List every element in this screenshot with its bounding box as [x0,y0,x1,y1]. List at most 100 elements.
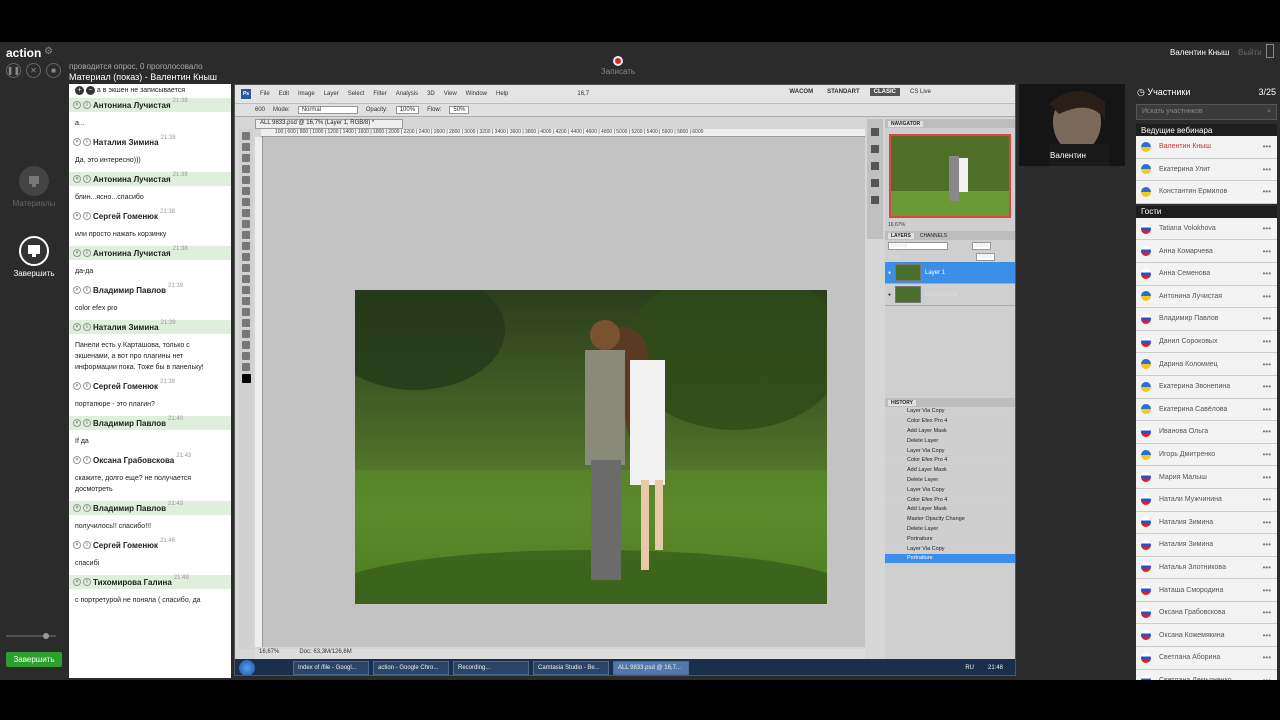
remove-icon[interactable]: × [73,578,81,586]
more-icon[interactable]: ••• [1263,360,1271,369]
info-icon[interactable]: i [83,504,91,512]
more-icon[interactable]: ••• [1263,142,1271,151]
taskbar-button[interactable]: Index of /file - Googl... [293,661,369,675]
more-icon[interactable]: ••• [1263,247,1271,256]
ps-toolbox[interactable] [239,129,253,649]
workspace-clasic[interactable]: CLASIC [869,88,900,96]
ps-menu-layer[interactable]: Layer [324,91,339,97]
info-icon[interactable]: i [83,212,91,220]
volume-slider[interactable] [6,632,56,640]
participant-row[interactable]: Данил Сороковых ••• [1136,330,1277,354]
cs-live[interactable]: CS Live [906,88,935,96]
channels-tab[interactable]: CHANNELS [920,233,947,239]
participant-row[interactable]: Анна Семенова ••• [1136,262,1277,286]
mode-select[interactable]: Normal [297,106,358,114]
settings-icon[interactable]: ⚙ [44,46,53,57]
remove-icon[interactable]: × [73,138,81,146]
more-icon[interactable]: ••• [1263,653,1271,662]
ps-menu-analysis[interactable]: Analysis [396,91,418,97]
layer-fill[interactable]: 100% [975,253,995,261]
ps-menu-image[interactable]: Image [298,91,315,97]
history-step[interactable]: Portraiture [885,534,1015,545]
blend-mode[interactable]: Normal [888,242,948,250]
participant-row[interactable]: Наталия Зимина ••• [1136,534,1277,557]
participant-row[interactable]: Оксана Кожемякина ••• [1136,624,1277,648]
pause-icon[interactable]: ❚❚ [6,63,21,78]
remove-icon[interactable]: × [73,541,81,549]
more-icon[interactable]: ••• [1263,473,1271,482]
exit-link[interactable]: Выйти [1238,48,1262,57]
info-icon[interactable]: i [83,323,91,331]
participant-row[interactable]: Анна Комарчева ••• [1136,240,1277,263]
document-tab[interactable]: ALL 9833.psd @ 16,7% (Layer 1, RGB/8) * [255,119,403,129]
history-step[interactable]: Delete Layer [885,436,1015,447]
navigator-thumbnail[interactable] [889,134,1011,218]
more-icon[interactable]: ••• [1263,314,1271,323]
participant-row[interactable]: Наталья Злотникова ••• [1136,556,1277,580]
zoom-in-icon[interactable]: + [75,86,84,95]
start-button-icon[interactable] [239,660,255,675]
exit-door-icon[interactable] [1266,44,1274,58]
history-step[interactable]: Layer Via Copy [885,407,1015,417]
info-icon[interactable]: i [83,382,91,390]
rail-finish[interactable]: Завершить [12,236,56,278]
info-icon[interactable]: i [83,249,91,257]
history-step[interactable]: Add Layer Mask [885,505,1015,515]
info-icon[interactable]: i [83,101,91,109]
history-step[interactable]: Add Layer Mask [885,466,1015,476]
participant-row[interactable]: Антонина Лучистая ••• [1136,285,1277,309]
brush-size[interactable]: 600 [255,107,265,113]
more-icon[interactable]: ••• [1263,495,1271,504]
more-icon[interactable]: ••• [1263,608,1271,617]
participant-row[interactable]: Константин Ермилов ••• [1136,181,1277,204]
stop-icon[interactable]: ■ [46,63,61,78]
zoom-out-icon[interactable]: − [85,86,95,95]
participant-row[interactable]: Валентин Кныш ••• [1136,136,1277,159]
history-step[interactable]: Portraiture [885,553,1015,564]
taskbar-button[interactable]: ALL 9833.psd @ 16,7... [613,661,689,675]
history-step[interactable]: Layer Via Copy [885,544,1015,554]
more-icon[interactable]: ••• [1263,631,1271,640]
ps-canvas[interactable] [263,137,865,647]
history-step[interactable]: Color Efex Pro 4 [885,495,1015,505]
participant-row[interactable]: Мария Малыш ••• [1136,466,1277,489]
info-icon[interactable]: i [83,541,91,549]
participant-row[interactable]: Екатерина Звонепина ••• [1136,375,1277,399]
nav-zoom[interactable]: 16,67% [885,218,1015,231]
remove-icon[interactable]: × [73,419,81,427]
info-icon[interactable]: i [83,456,91,464]
remove-icon[interactable]: × [73,101,81,109]
more-icon[interactable]: ••• [1263,382,1271,391]
info-icon[interactable]: i [83,175,91,183]
remove-icon[interactable]: × [73,249,81,257]
workspace-wacom[interactable]: WACOM [785,88,817,96]
info-icon[interactable]: i [83,286,91,294]
flow-field[interactable]: 50% [449,106,470,114]
participants-search[interactable]: Искать участников ⌕ [1136,104,1277,120]
participant-row[interactable]: Дарина Коломиец ••• [1136,353,1277,376]
taskbar-button[interactable]: action - Google Chro... [373,661,449,675]
more-icon[interactable]: ••• [1263,292,1271,301]
remove-icon[interactable]: × [73,504,81,512]
participant-row[interactable]: Наташа Смородина ••• [1136,579,1277,602]
info-icon[interactable]: i [83,578,91,586]
more-icon[interactable]: ••• [1263,224,1271,233]
remove-icon[interactable]: × [73,212,81,220]
participant-row[interactable]: Оксана Грабовскова ••• [1136,601,1277,625]
layer-row[interactable]: ● Background [885,284,1015,306]
workspace-standart[interactable]: STANDART [823,88,864,96]
history-step[interactable]: Color Efex Pro 4 [885,456,1015,466]
ps-menu-3d[interactable]: 3D [427,91,435,97]
ps-menu-window[interactable]: Window [466,91,487,97]
finish-button[interactable]: Завершить [6,652,62,667]
eye-icon[interactable]: ● [888,270,891,276]
history-tab[interactable]: HISTORY [888,399,916,406]
participant-row[interactable]: Светлана Аборина ••• [1136,647,1277,670]
remove-icon[interactable]: × [73,456,81,464]
participant-row[interactable]: Наталия Зимина ••• [1136,511,1277,535]
remove-icon[interactable]: × [73,323,81,331]
eye-icon[interactable]: ● [888,292,891,298]
info-icon[interactable]: i [83,419,91,427]
ps-menu-edit[interactable]: Edit [279,91,289,97]
taskbar-button[interactable]: Recording... [453,661,529,675]
